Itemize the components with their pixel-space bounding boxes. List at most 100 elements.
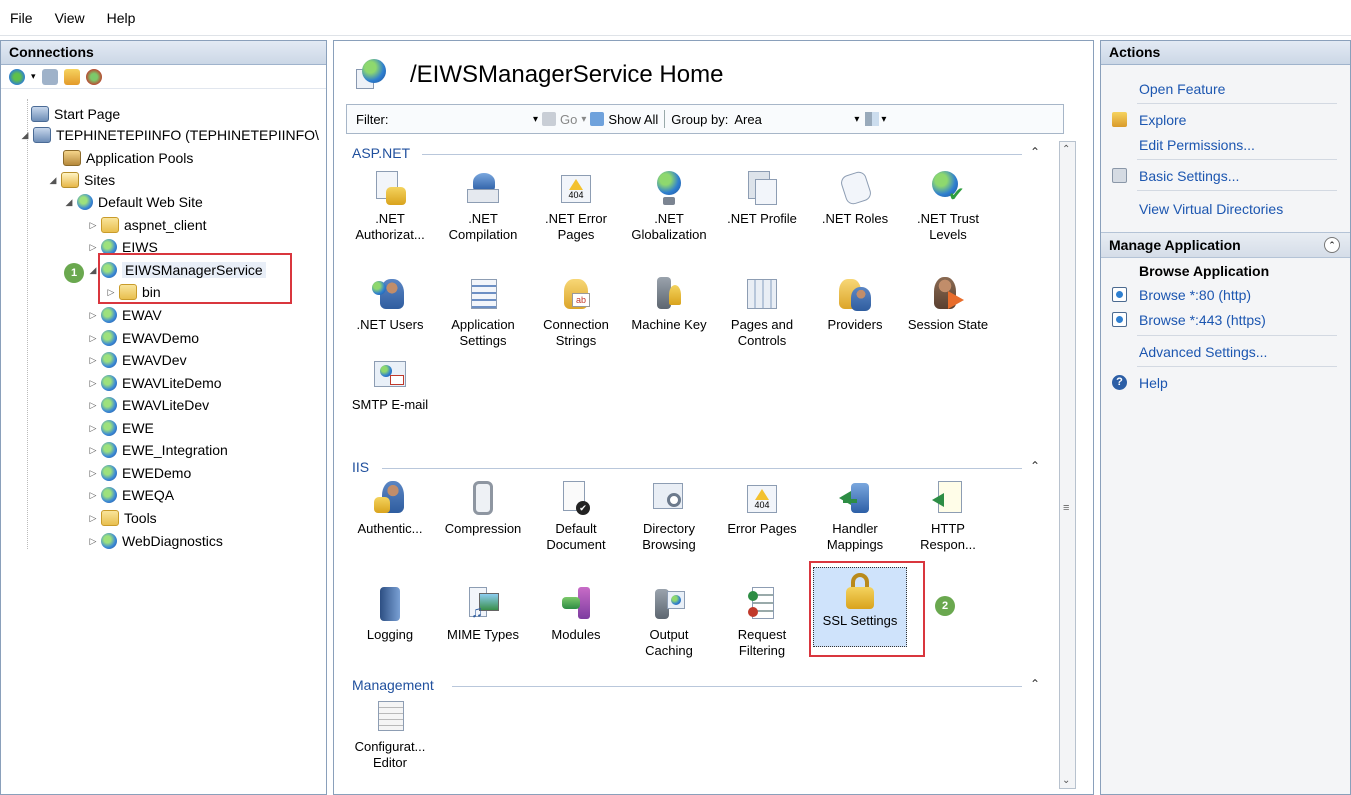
feature-session-state[interactable]: Session State — [904, 277, 992, 363]
group-by-dropdown-icon[interactable]: ▾ — [854, 114, 859, 125]
feature-connection-strings[interactable]: ab Connection Strings — [532, 277, 620, 363]
feature-machine-key[interactable]: Machine Key — [625, 277, 713, 363]
collapse-group-icon[interactable]: ⌃ — [1030, 677, 1040, 691]
view-virtual-directories-link[interactable]: View Virtual Directories — [1139, 201, 1283, 217]
menu-view[interactable]: View — [55, 10, 85, 26]
connect-icon[interactable] — [9, 68, 25, 85]
feature-mime-types[interactable]: ♫ MIME Types — [439, 587, 527, 673]
edit-permissions-link[interactable]: Edit Permissions... — [1139, 137, 1255, 153]
expand-icon[interactable]: ▷ — [87, 333, 99, 344]
tree-webdiagnostics[interactable]: ▷ WebDiagnostics — [87, 530, 223, 552]
expand-icon[interactable]: ▷ — [87, 220, 99, 231]
feature-directory-browsing[interactable]: Directory Browsing — [625, 481, 713, 567]
expand-icon[interactable]: ▷ — [87, 536, 99, 547]
expand-icon[interactable]: ▷ — [87, 242, 99, 253]
feature-authentication[interactable]: Authentic... — [346, 481, 434, 567]
expand-icon[interactable]: ▷ — [87, 445, 99, 456]
help-link[interactable]: Help — [1139, 375, 1168, 391]
collapse-icon[interactable]: ◢ — [63, 197, 75, 208]
advanced-settings-link[interactable]: Advanced Settings... — [1139, 344, 1267, 360]
expand-icon[interactable]: ▷ — [87, 400, 99, 411]
feature-net-trust-levels[interactable]: ✔ .NET Trust Levels — [904, 171, 992, 257]
go-dropdown-icon[interactable]: ▾ — [581, 114, 586, 125]
tree-ewe[interactable]: ▷ EWE — [87, 417, 154, 439]
tree-tools[interactable]: ▷ Tools — [87, 507, 157, 529]
feature-label: .NET Roles — [821, 211, 889, 226]
tree-ewavlitedemo[interactable]: ▷ EWAVLiteDemo — [87, 372, 222, 394]
go-button[interactable]: Go ▾ — [542, 112, 586, 127]
feature-label: Compression — [444, 521, 522, 536]
connect-dropdown-icon[interactable]: ▾ — [31, 71, 36, 82]
feature-net-error-pages[interactable]: 404 .NET Error Pages — [532, 171, 620, 257]
manage-application-header[interactable]: Manage Application ⌃ — [1101, 232, 1350, 258]
scroll-grip-icon[interactable]: ≡ — [1063, 502, 1069, 514]
feature-smtp-email[interactable]: SMTP E-mail — [346, 357, 434, 443]
expand-icon[interactable]: ▷ — [87, 513, 99, 524]
expand-icon[interactable]: ▷ — [87, 468, 99, 479]
up-folder-icon[interactable] — [63, 68, 80, 85]
expand-icon[interactable]: ▷ — [87, 490, 99, 501]
feature-modules[interactable]: Modules — [532, 587, 620, 673]
tree-ewav[interactable]: ▷ EWAV — [87, 304, 162, 326]
collapse-group-icon[interactable]: ⌃ — [1030, 459, 1040, 473]
collapse-icon[interactable]: ◢ — [19, 130, 31, 141]
tree-ewedemo[interactable]: ▷ EWEDemo — [87, 462, 191, 484]
open-feature-link[interactable]: Open Feature — [1139, 81, 1225, 97]
scroll-down-icon[interactable]: ⌄ — [1062, 775, 1070, 786]
feature-net-roles[interactable]: .NET Roles — [811, 169, 899, 257]
feature-handler-mappings[interactable]: Handler Mappings — [811, 481, 899, 567]
disconnect-icon[interactable] — [85, 68, 102, 85]
feature-logging[interactable]: Logging — [346, 587, 434, 673]
vertical-scrollbar[interactable]: ⌃ ≡ ⌄ — [1059, 141, 1076, 789]
explore-link[interactable]: Explore — [1139, 112, 1186, 128]
feature-net-compilation[interactable]: .NET Compilation — [439, 171, 527, 257]
feature-pages-and-controls[interactable]: Pages and Controls — [718, 277, 806, 363]
browse-https-link[interactable]: Browse *:443 (https) — [1139, 312, 1266, 328]
collapse-section-icon[interactable]: ⌃ — [1324, 237, 1340, 253]
tree-ewavdemo[interactable]: ▷ EWAVDemo — [87, 327, 199, 349]
expand-icon[interactable]: ▷ — [87, 378, 99, 389]
scroll-up-icon[interactable]: ⌃ — [1062, 144, 1070, 155]
tree-aspnet-client[interactable]: ▷ aspnet_client — [87, 214, 207, 236]
feature-request-filtering[interactable]: Request Filtering — [718, 587, 806, 673]
tree-server[interactable]: ◢ TEPHINETEPIINFO (TEPHINETEPIINFO\ — [19, 124, 319, 146]
tree-app-pools[interactable]: Application Pools — [63, 147, 193, 169]
feature-compression[interactable]: Compression — [439, 481, 527, 567]
feature-net-authorization[interactable]: .NET Authorizat... — [346, 171, 434, 257]
view-mode-dropdown-icon[interactable]: ▾ — [881, 114, 886, 125]
expand-icon[interactable]: ▷ — [87, 355, 99, 366]
filter-dropdown-icon[interactable]: ▾ — [533, 114, 538, 125]
group-header-iis[interactable]: IIS ⌃ — [352, 459, 1040, 479]
feature-providers[interactable]: Providers — [811, 277, 899, 363]
feature-net-profile[interactable]: .NET Profile — [718, 171, 806, 257]
group-header-aspnet[interactable]: ASP.NET ⌃ — [352, 145, 1040, 165]
tree-default-site[interactable]: ◢ Default Web Site — [63, 191, 203, 213]
feature-default-document[interactable]: ✔ Default Document — [532, 481, 620, 567]
show-all-button[interactable]: Show All — [590, 112, 658, 127]
feature-output-caching[interactable]: Output Caching — [625, 587, 713, 673]
tree-ewavlitedev[interactable]: ▷ EWAVLiteDev — [87, 394, 209, 416]
feature-configuration-editor[interactable]: Configurat... Editor — [346, 699, 434, 785]
tree-ewe-integration[interactable]: ▷ EWE_Integration — [87, 439, 228, 461]
collapse-icon[interactable]: ◢ — [47, 175, 59, 186]
feature-net-globalization[interactable]: .NET Globalization — [625, 171, 713, 257]
expand-icon[interactable]: ▷ — [87, 423, 99, 434]
save-icon[interactable] — [41, 68, 58, 85]
collapse-group-icon[interactable]: ⌃ — [1030, 145, 1040, 159]
feature-error-pages[interactable]: 404 Error Pages — [718, 481, 806, 567]
tree-start-page[interactable]: Start Page — [31, 103, 120, 125]
feature-http-response-headers[interactable]: HTTP Respon... — [904, 481, 992, 567]
group-header-management[interactable]: Management ⌃ — [352, 677, 1040, 697]
menu-help[interactable]: Help — [107, 10, 136, 26]
menu-file[interactable]: File — [10, 10, 33, 26]
feature-application-settings[interactable]: Application Settings — [439, 277, 527, 363]
view-mode-icon[interactable] — [865, 112, 880, 126]
tree-sites[interactable]: ◢ Sites — [47, 169, 115, 191]
basic-settings-link[interactable]: Basic Settings... — [1139, 168, 1239, 184]
expand-icon[interactable]: ▷ — [87, 310, 99, 321]
tree-ewavdev[interactable]: ▷ EWAVDev — [87, 349, 187, 371]
feature-net-users[interactable]: .NET Users — [346, 277, 434, 363]
group-by-select[interactable]: Area — [734, 112, 854, 127]
browse-http-link[interactable]: Browse *:80 (http) — [1139, 287, 1251, 303]
tree-eweqa[interactable]: ▷ EWEQA — [87, 484, 174, 506]
